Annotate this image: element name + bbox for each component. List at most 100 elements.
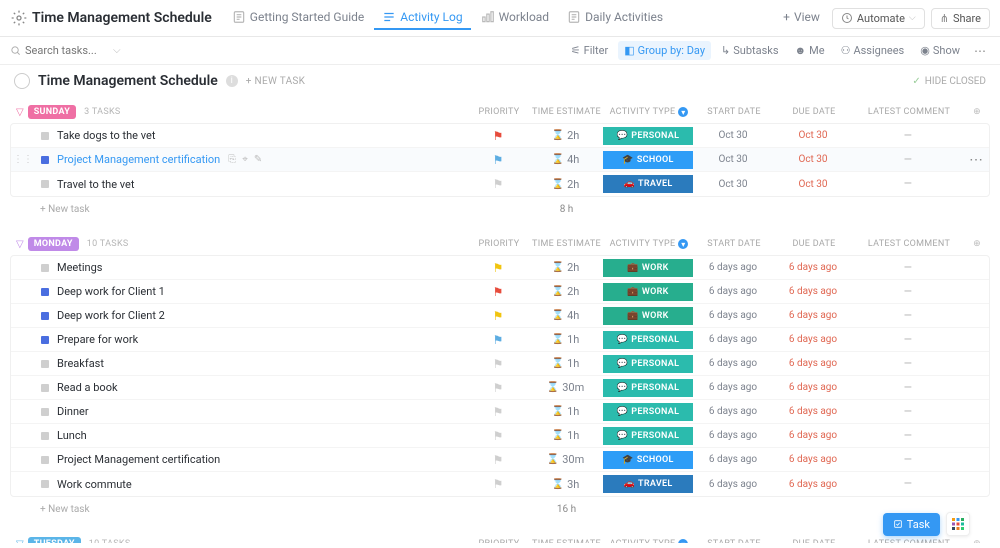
tab-daily-activities[interactable]: Daily Activities bbox=[559, 6, 671, 30]
col-priority[interactable]: PRIORITY bbox=[469, 239, 529, 249]
latest-comment[interactable]: – bbox=[853, 128, 963, 144]
add-column-button[interactable]: ⊕ bbox=[964, 239, 990, 249]
col-comment[interactable]: LATEST COMMENT bbox=[854, 107, 964, 117]
latest-comment[interactable]: – bbox=[853, 308, 963, 324]
time-estimate[interactable]: ⌛4h bbox=[528, 153, 603, 166]
priority-flag-icon[interactable]: ⚑ bbox=[493, 309, 504, 323]
day-pill[interactable]: SUNDAY bbox=[28, 105, 76, 119]
time-estimate[interactable]: ⌛2h bbox=[528, 178, 603, 191]
add-column-button[interactable]: ⊕ bbox=[964, 539, 990, 543]
task-name[interactable]: Project Management certification bbox=[57, 153, 220, 166]
status-square[interactable] bbox=[41, 480, 49, 488]
hide-closed-toggle[interactable]: ✓HIDE CLOSED bbox=[912, 76, 986, 87]
task-name[interactable]: Prepare for work bbox=[57, 333, 138, 346]
start-date[interactable]: 6 days ago bbox=[693, 479, 773, 490]
chevron-down-icon[interactable]: ⌵ bbox=[113, 45, 121, 56]
collapse-caret-icon[interactable]: ▽ bbox=[16, 239, 24, 250]
priority-flag-icon[interactable]: ⚑ bbox=[493, 153, 504, 167]
time-estimate[interactable]: ⌛1h bbox=[528, 429, 603, 442]
edit-icon[interactable]: ✎ bbox=[254, 154, 262, 165]
activity-chip[interactable]: 💼WORK bbox=[603, 259, 693, 277]
task-row[interactable]: ⋮⋮ Project Management certification ⎘⌖✎ … bbox=[11, 148, 989, 172]
priority-flag-icon[interactable]: ⚑ bbox=[493, 381, 504, 395]
col-estimate[interactable]: TIME ESTIMATE bbox=[529, 539, 604, 543]
priority-flag-icon[interactable]: ⚑ bbox=[493, 333, 504, 347]
start-date[interactable]: 6 days ago bbox=[693, 358, 773, 369]
activity-chip[interactable]: 🚗TRAVEL bbox=[603, 475, 693, 493]
col-estimate[interactable]: TIME ESTIMATE bbox=[529, 107, 604, 117]
subtasks-button[interactable]: ↳Subtasks bbox=[715, 41, 785, 60]
add-view-button[interactable]: +View bbox=[775, 6, 828, 30]
task-row[interactable]: ⋮⋮ Dinner ⚑ ⌛1h 💬PERSONAL 6 days ago 6 d… bbox=[11, 400, 989, 424]
status-square[interactable] bbox=[41, 264, 49, 272]
col-start[interactable]: START DATE bbox=[694, 107, 774, 117]
status-square[interactable] bbox=[41, 360, 49, 368]
col-due[interactable]: DUE DATE bbox=[774, 539, 854, 543]
collapse-caret-icon[interactable]: ▽ bbox=[16, 539, 24, 544]
latest-comment[interactable]: – bbox=[853, 356, 963, 372]
task-name[interactable]: Meetings bbox=[57, 261, 102, 274]
row-more-icon[interactable]: ⋯ bbox=[963, 152, 989, 168]
task-row[interactable]: ⋮⋮ Read a book ⚑ ⌛30m 💬PERSONAL 6 days a… bbox=[11, 376, 989, 400]
status-square[interactable] bbox=[41, 288, 49, 296]
info-icon[interactable]: i bbox=[226, 75, 238, 87]
task-row[interactable]: ⋮⋮ Meetings ⚑ ⌛2h 💼WORK 6 days ago 6 day… bbox=[11, 256, 989, 280]
col-start[interactable]: START DATE bbox=[694, 239, 774, 249]
due-date[interactable]: Oct 30 bbox=[773, 179, 853, 190]
due-date[interactable]: 6 days ago bbox=[773, 286, 853, 297]
latest-comment[interactable]: – bbox=[853, 404, 963, 420]
time-estimate[interactable]: ⌛3h bbox=[528, 478, 603, 491]
col-priority[interactable]: PRIORITY bbox=[469, 107, 529, 117]
latest-comment[interactable]: – bbox=[853, 284, 963, 300]
time-estimate[interactable]: ⌛2h bbox=[528, 129, 603, 142]
status-square[interactable] bbox=[41, 432, 49, 440]
activity-chip[interactable]: 💬PERSONAL bbox=[603, 355, 693, 373]
time-estimate[interactable]: ⌛30m bbox=[528, 453, 603, 466]
latest-comment[interactable]: – bbox=[853, 476, 963, 492]
new-task-row[interactable]: + New task bbox=[40, 200, 90, 219]
task-row[interactable]: ⋮⋮ Deep work for Client 1 ⚑ ⌛2h 💼WORK 6 … bbox=[11, 280, 989, 304]
start-date[interactable]: 6 days ago bbox=[693, 454, 773, 465]
toolbar-more-icon[interactable]: ⋯ bbox=[970, 44, 990, 58]
activity-chip[interactable]: 💬PERSONAL bbox=[603, 127, 693, 145]
time-estimate[interactable]: ⌛2h bbox=[528, 261, 603, 274]
tag-icon[interactable]: ⌖ bbox=[242, 154, 248, 165]
latest-comment[interactable]: – bbox=[853, 176, 963, 192]
activity-chip[interactable]: 💬PERSONAL bbox=[603, 403, 693, 421]
time-estimate[interactable]: ⌛30m bbox=[528, 381, 603, 394]
priority-flag-icon[interactable]: ⚑ bbox=[493, 405, 504, 419]
task-row[interactable]: ⋮⋮ Project Management certification ⚑ ⌛3… bbox=[11, 448, 989, 472]
status-square[interactable] bbox=[41, 336, 49, 344]
start-date[interactable]: Oct 30 bbox=[693, 179, 773, 190]
task-row[interactable]: ⋮⋮ Travel to the vet ⚑ ⌛2h 🚗TRAVEL Oct 3… bbox=[11, 172, 989, 196]
priority-flag-icon[interactable]: ⚑ bbox=[493, 357, 504, 371]
search-input[interactable] bbox=[25, 44, 105, 57]
col-comment[interactable]: LATEST COMMENT bbox=[854, 239, 964, 249]
filter-button[interactable]: ⚟Filter bbox=[565, 41, 614, 60]
col-start[interactable]: START DATE bbox=[694, 539, 774, 543]
due-date[interactable]: 6 days ago bbox=[773, 358, 853, 369]
status-square[interactable] bbox=[41, 408, 49, 416]
show-button[interactable]: ◉Show bbox=[914, 41, 966, 60]
start-date[interactable]: 6 days ago bbox=[693, 406, 773, 417]
groupby-button[interactable]: ◧Group by: Day bbox=[618, 41, 711, 60]
latest-comment[interactable]: – bbox=[853, 332, 963, 348]
priority-flag-icon[interactable]: ⚑ bbox=[493, 285, 504, 299]
due-date[interactable]: Oct 30 bbox=[773, 154, 853, 165]
automate-button[interactable]: Automate ⌵ bbox=[832, 8, 925, 29]
subtask-icon[interactable]: ⎘ bbox=[228, 154, 236, 165]
assignees-button[interactable]: ⚇Assignees bbox=[835, 41, 911, 60]
task-name[interactable]: Lunch bbox=[57, 429, 87, 442]
priority-flag-icon[interactable]: ⚑ bbox=[493, 129, 504, 143]
col-due[interactable]: DUE DATE bbox=[774, 239, 854, 249]
due-date[interactable]: 6 days ago bbox=[773, 310, 853, 321]
task-name[interactable]: Dinner bbox=[57, 405, 89, 418]
col-priority[interactable]: PRIORITY bbox=[469, 539, 529, 543]
status-square[interactable] bbox=[41, 180, 49, 188]
task-row[interactable]: ⋮⋮ Work commute ⚑ ⌛3h 🚗TRAVEL 6 days ago… bbox=[11, 472, 989, 496]
tab-activity-log[interactable]: Activity Log bbox=[374, 6, 470, 30]
tab-workload[interactable]: Workload bbox=[473, 6, 558, 30]
priority-flag-icon[interactable]: ⚑ bbox=[493, 453, 504, 467]
status-square[interactable] bbox=[41, 456, 49, 464]
task-row[interactable]: ⋮⋮ Lunch ⚑ ⌛1h 💬PERSONAL 6 days ago 6 da… bbox=[11, 424, 989, 448]
